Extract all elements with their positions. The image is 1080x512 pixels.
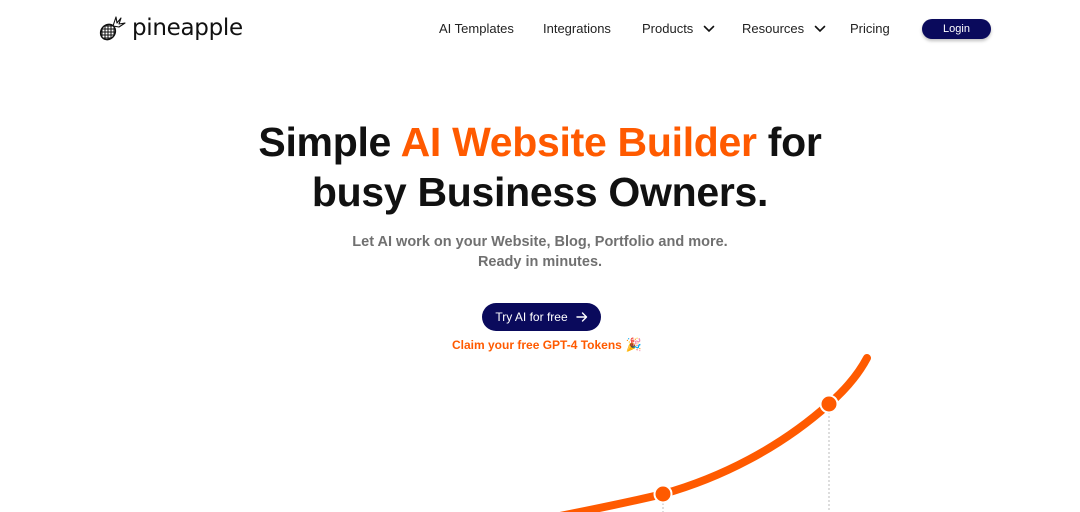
nav-item-label: AI Templates bbox=[439, 21, 514, 36]
nav-item-label: Resources bbox=[742, 21, 805, 36]
try-ai-free-button[interactable]: Try AI for free bbox=[482, 303, 601, 331]
nav-item-label: Pricing bbox=[850, 21, 890, 36]
arrow-right-icon bbox=[575, 312, 587, 322]
headline-line2: busy Business Owners. bbox=[311, 169, 769, 215]
nav-item-products[interactable]: Products bbox=[642, 19, 715, 39]
curve-marker-2 bbox=[819, 394, 839, 414]
party-popper-icon: 🎉 bbox=[625, 337, 643, 352]
top-navigation: pineapple AI Templates Integrations Prod… bbox=[0, 0, 1080, 58]
cta-label: Try AI for free bbox=[495, 310, 568, 324]
curve-marker-1 bbox=[653, 484, 673, 504]
chevron-down-icon bbox=[814, 25, 826, 33]
growth-curve bbox=[559, 354, 871, 512]
nav-item-resources[interactable]: Resources bbox=[742, 19, 826, 39]
hero-headline: Simple AI Website Builder for busy Busin… bbox=[0, 117, 1080, 217]
nav-item-integrations[interactable]: Integrations bbox=[543, 19, 611, 39]
subtitle-line1: Let AI work on your Website, Blog, Portf… bbox=[352, 234, 728, 250]
nav-menu: AI Templates Integrations Products Resou… bbox=[0, 19, 1080, 41]
login-button[interactable]: Login bbox=[922, 19, 991, 39]
headline-accent: AI Website Builder bbox=[400, 119, 757, 165]
claim-tokens-link[interactable]: Claim your free GPT-4 Tokens 🎉 bbox=[452, 337, 643, 353]
nav-item-label: Integrations bbox=[543, 21, 611, 36]
claim-label: Claim your free GPT-4 Tokens bbox=[452, 338, 622, 352]
nav-item-pricing[interactable]: Pricing bbox=[850, 19, 890, 39]
chevron-down-icon bbox=[704, 25, 715, 33]
hero-subtitle: Let AI work on your Website, Blog, Portf… bbox=[0, 232, 1080, 272]
nav-item-ai-templates[interactable]: AI Templates bbox=[439, 19, 514, 39]
nav-item-label: Products bbox=[642, 21, 694, 36]
headline-part1: Simple bbox=[258, 119, 401, 165]
headline-part2: for bbox=[756, 119, 822, 165]
subtitle-line2: Ready in minutes. bbox=[477, 254, 603, 270]
